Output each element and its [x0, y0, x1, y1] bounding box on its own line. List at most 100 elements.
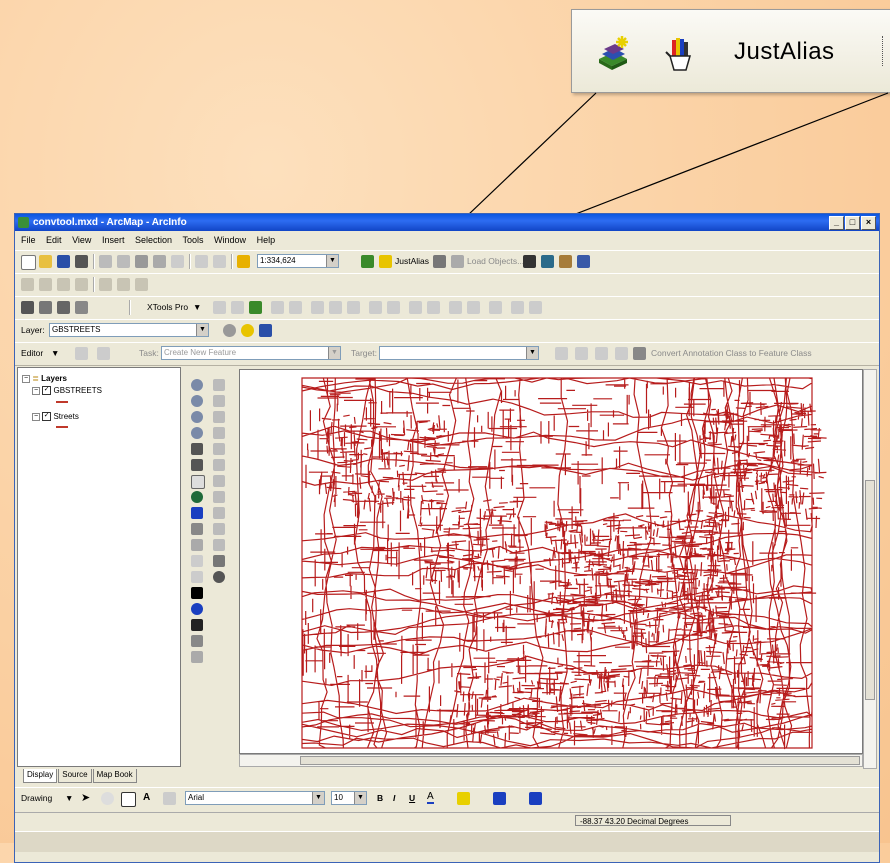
delete-icon[interactable]: [153, 255, 166, 268]
chevron-down-icon[interactable]: ▼: [326, 255, 338, 267]
menu-selection[interactable]: Selection: [135, 235, 172, 245]
measure-icon[interactable]: [191, 635, 203, 647]
map-scale-combo[interactable]: 1:334,624 ▼: [257, 254, 339, 268]
fixed-zoom-out-icon[interactable]: [191, 427, 203, 439]
map-canvas[interactable]: [239, 369, 863, 754]
layout-back-icon[interactable]: [213, 491, 225, 503]
rectangle-icon[interactable]: [121, 792, 136, 807]
visibility-checkbox[interactable]: ✓: [42, 412, 52, 422]
toc-layer-gbstreets[interactable]: − ✓ GBSTREETS: [32, 386, 102, 396]
zoom-in-icon[interactable]: [191, 379, 203, 391]
table-icon[interactable]: [21, 301, 34, 314]
chevron-down-icon[interactable]: ▼: [526, 347, 538, 359]
editing-tool-icon[interactable]: [249, 301, 262, 314]
layout-zoom-in-icon[interactable]: [213, 379, 225, 391]
scrollbar-thumb[interactable]: [865, 480, 875, 700]
editing-tool-icon[interactable]: [529, 301, 542, 314]
menu-help[interactable]: Help: [257, 235, 276, 245]
edit-tool-icon[interactable]: [575, 347, 588, 360]
geometry-tool-icon[interactable]: [21, 278, 34, 291]
font-color-button[interactable]: A: [427, 791, 434, 804]
layers-root[interactable]: − ≣ Layers: [22, 374, 67, 383]
table-icon[interactable]: [75, 301, 88, 314]
layout-zoom-out-icon[interactable]: [213, 395, 225, 407]
contrast-icon[interactable]: [223, 324, 236, 337]
editing-tool-icon[interactable]: [231, 301, 244, 314]
editing-tool-icon[interactable]: [467, 301, 480, 314]
editing-tool-icon[interactable]: [489, 301, 502, 314]
layout-globe-icon[interactable]: [213, 571, 225, 583]
geometry-tool-icon[interactable]: [75, 278, 88, 291]
tab-source[interactable]: Source: [58, 769, 92, 783]
visibility-checkbox[interactable]: ✓: [42, 386, 52, 396]
vertical-scrollbar[interactable]: [863, 369, 877, 769]
layout-change-icon[interactable]: [213, 539, 225, 551]
layout-template-icon[interactable]: [213, 555, 225, 567]
color-hand-icon[interactable]: [660, 34, 700, 74]
menu-edit[interactable]: Edit: [46, 235, 62, 245]
load-objects-button[interactable]: Load Objects...: [467, 256, 524, 266]
scrollbar-thumb[interactable]: [300, 756, 860, 765]
collapse-icon[interactable]: −: [32, 386, 40, 395]
editing-tool-icon[interactable]: [387, 301, 400, 314]
add-data-icon[interactable]: [237, 255, 250, 268]
editing-tool-icon[interactable]: [213, 301, 226, 314]
xtools-pro-menu[interactable]: XTools Pro: [147, 302, 188, 312]
chevron-down-icon[interactable]: ▼: [196, 324, 208, 336]
chevron-down-icon[interactable]: ▼: [328, 347, 340, 359]
identify-info-icon[interactable]: [191, 603, 203, 615]
edit-tool-icon[interactable]: [75, 347, 88, 360]
save-icon[interactable]: [57, 255, 70, 268]
convert-annotation-button[interactable]: Convert Annotation Class to Feature Clas…: [651, 348, 812, 358]
fixed-zoom-in-icon[interactable]: [191, 411, 203, 423]
editing-tool-icon[interactable]: [289, 301, 302, 314]
geometry-tool-icon[interactable]: [135, 278, 148, 291]
marker-color-icon[interactable]: [529, 792, 542, 805]
annotation-icon[interactable]: [615, 347, 628, 360]
select-elements-arrow-icon[interactable]: ➤: [81, 791, 90, 804]
transparency-icon[interactable]: [259, 324, 272, 337]
layout-toggle-icon[interactable]: [213, 523, 225, 535]
toc-layer-streets[interactable]: − ✓ Streets: [32, 412, 79, 422]
select-features-icon[interactable]: [191, 539, 203, 551]
brightness-icon[interactable]: [241, 324, 254, 337]
editing-tool-icon[interactable]: [271, 301, 284, 314]
line-symbol-swatch[interactable]: [56, 401, 68, 403]
forward-arrow-icon[interactable]: [191, 523, 203, 535]
table-icon[interactable]: [39, 301, 52, 314]
edit-vertices-icon[interactable]: [163, 792, 176, 805]
editing-tool-icon[interactable]: [449, 301, 462, 314]
layout-pan-icon[interactable]: [213, 411, 225, 423]
line-color-icon[interactable]: [493, 792, 506, 805]
menu-window[interactable]: Window: [214, 235, 246, 245]
chart-tool-icon[interactable]: [559, 255, 572, 268]
full-extent-globe-icon[interactable]: [191, 491, 203, 503]
tab-display[interactable]: Display: [23, 769, 58, 783]
geometry-tool-icon[interactable]: [57, 278, 70, 291]
font-select[interactable]: Arial ▼: [185, 791, 325, 805]
maximize-button[interactable]: □: [845, 216, 860, 230]
target-select[interactable]: ▼: [379, 346, 539, 360]
attach-icon[interactable]: [451, 255, 464, 268]
sketch-tool-icon[interactable]: [97, 347, 110, 360]
print-icon[interactable]: [75, 255, 88, 268]
drawing-menu[interactable]: Drawing: [21, 793, 52, 803]
table-icon[interactable]: [57, 301, 70, 314]
line-symbol-swatch[interactable]: [56, 426, 68, 428]
find-binoculars-icon[interactable]: [191, 619, 203, 631]
clear-selection-icon[interactable]: [191, 555, 203, 567]
identify-icon[interactable]: [171, 255, 184, 268]
font-size-select[interactable]: 10 ▼: [331, 791, 367, 805]
layout-zoom-100-icon[interactable]: [213, 475, 225, 487]
redo-icon[interactable]: [213, 255, 226, 268]
cut-icon[interactable]: [99, 255, 112, 268]
zoom-layer-icon[interactable]: [191, 459, 203, 471]
menu-view[interactable]: View: [72, 235, 91, 245]
pan-hand-icon[interactable]: [191, 475, 205, 489]
new-document-icon[interactable]: [21, 255, 36, 270]
undo-icon[interactable]: [195, 255, 208, 268]
layout-fixed-zoom-icon[interactable]: [213, 443, 225, 455]
geometry-tool-icon[interactable]: [117, 278, 130, 291]
chevron-down-icon[interactable]: ▼: [354, 792, 366, 804]
globe-tool-icon[interactable]: [523, 255, 536, 268]
